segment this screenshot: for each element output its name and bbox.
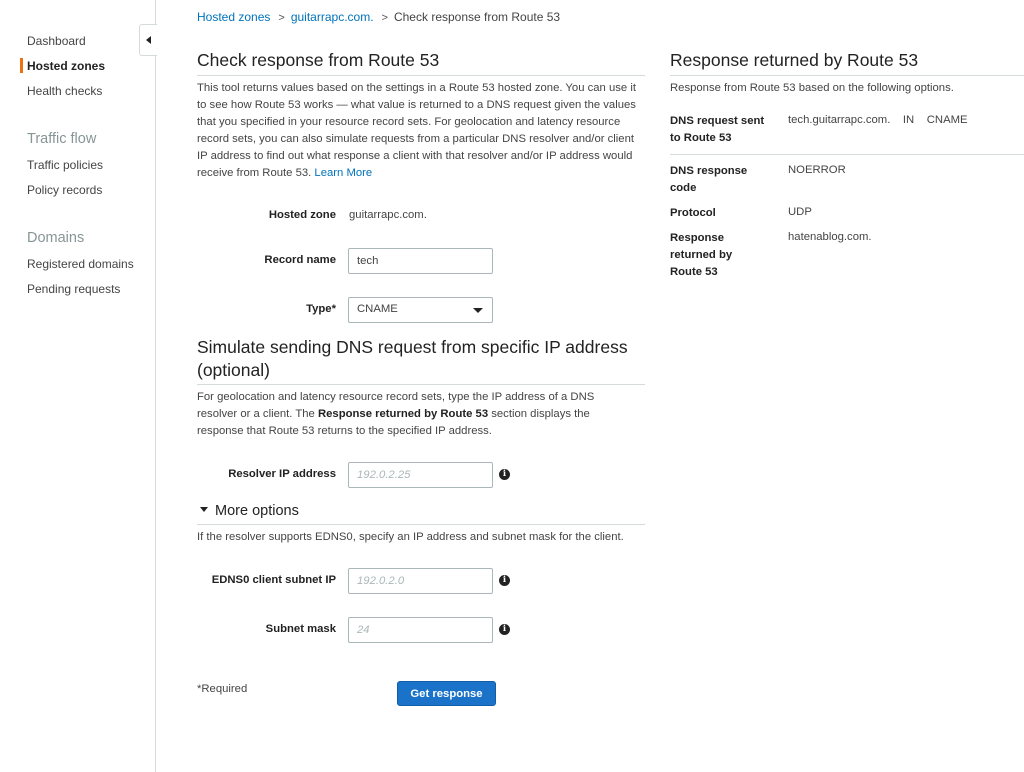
learn-more-link[interactable]: Learn More [314, 167, 372, 179]
response-row-value: hatenablog.com. [788, 231, 872, 243]
hosted-zone-label: Hosted zone [268, 209, 336, 221]
breadcrumb-separator-icon: > [381, 12, 388, 24]
breadcrumb: Hosted zones > guitarrapc.com. > Check respo… [197, 10, 560, 24]
simulate-description: For geolocation and latency resource rec… [197, 389, 627, 440]
hosted-zone-value: guitarrapc.com. [349, 209, 427, 221]
type-select[interactable]: CNAME [348, 297, 493, 323]
record-name-input[interactable] [348, 248, 493, 274]
type-label: Type* [306, 303, 336, 315]
sidebar-item-dashboard[interactable]: Dashboard [27, 34, 86, 48]
chevron-down-icon [473, 308, 483, 313]
sidebar-item-health-checks[interactable]: Health checks [27, 84, 102, 98]
caret-down-icon [200, 506, 208, 512]
breadcrumb-hosted-zones[interactable]: Hosted zones [197, 10, 270, 24]
info-icon[interactable]: i [499, 624, 510, 635]
sidebar-section-traffic-flow: Traffic flow [27, 131, 97, 147]
response-subtitle: Response from Route 53 based on the foll… [670, 82, 954, 94]
simulate-title: Simulate sending DNS request from specif… [197, 337, 628, 380]
divider [197, 524, 645, 525]
subnet-mask-input[interactable] [348, 617, 493, 643]
response-title: Response returned by Route 53 [670, 50, 919, 70]
sidebar-item-registered-domains[interactable]: Registered domains [27, 257, 134, 271]
more-options-description: If the resolver supports EDNS0, specify … [197, 531, 624, 543]
sidebar-collapse-button[interactable] [139, 24, 157, 56]
breadcrumb-current: Check response from Route 53 [393, 10, 561, 24]
response-row-label: DNS response code [670, 165, 748, 194]
more-options-label: More options [215, 503, 299, 519]
edns-subnet-input[interactable] [348, 568, 493, 594]
caret-left-icon [146, 36, 151, 44]
type-select-value: CNAME [357, 303, 398, 315]
divider [197, 384, 645, 385]
info-icon[interactable]: i [499, 469, 510, 480]
sidebar-item-hosted-zones[interactable]: Hosted zones [27, 59, 105, 73]
divider [670, 154, 1024, 155]
divider [197, 75, 645, 76]
sidebar-item-pending-requests[interactable]: Pending requests [27, 282, 120, 296]
response-row-label: Response returned by Route 53 [670, 232, 733, 278]
get-response-button[interactable]: Get response [397, 681, 496, 706]
response-row-value: NOERROR [788, 164, 846, 176]
required-note: *Required [197, 683, 248, 695]
resolver-ip-label: Resolver IP address [228, 468, 336, 480]
sidebar-item-policy-records[interactable]: Policy records [27, 183, 102, 197]
more-options-toggle[interactable]: More options [200, 503, 299, 519]
response-row-label: DNS request sent to Route 53 [670, 115, 765, 144]
response-row-label: Protocol [670, 207, 716, 219]
page-title: Check response from Route 53 [197, 50, 440, 70]
subnet-mask-label: Subnet mask [265, 623, 336, 635]
divider [670, 75, 1024, 76]
response-row-value: tech.guitarrapc.com. IN CNAME [788, 114, 968, 126]
response-row-value: UDP [788, 206, 812, 218]
check-description: This tool returns values based on the se… [197, 80, 645, 182]
edns-subnet-label: EDNS0 client subnet IP [211, 574, 336, 586]
check-description-text: This tool returns values based on the se… [197, 82, 636, 179]
sidebar-item-traffic-policies[interactable]: Traffic policies [27, 158, 103, 172]
simulate-desc-bold: Response returned by Route 53 [317, 408, 489, 420]
sidebar: Dashboard Hosted zones Health checks Tra… [0, 0, 156, 772]
breadcrumb-zone[interactable]: guitarrapc.com. [291, 10, 374, 24]
breadcrumb-separator-icon: > [278, 12, 285, 24]
active-indicator [20, 58, 23, 73]
resolver-ip-input[interactable] [348, 462, 493, 488]
info-icon[interactable]: i [499, 575, 510, 586]
record-name-label: Record name [264, 254, 336, 266]
sidebar-section-domains: Domains [27, 230, 85, 246]
